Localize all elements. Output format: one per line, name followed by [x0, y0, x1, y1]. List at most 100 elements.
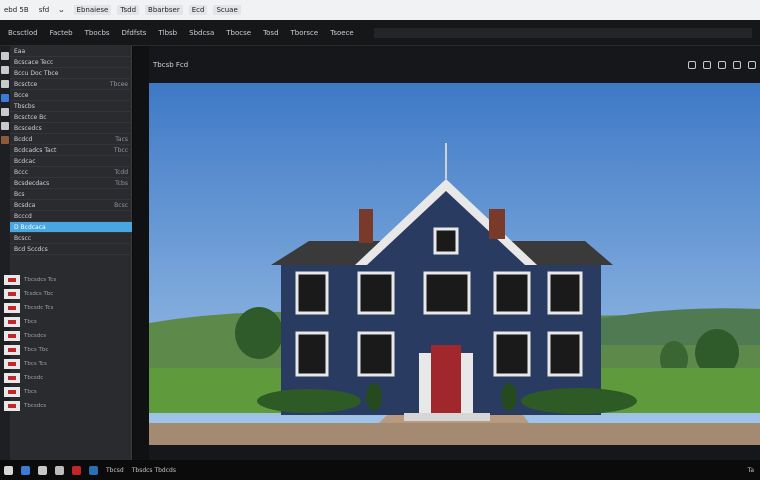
- thumbnail-item[interactable]: Tbcs Tcs: [4, 358, 128, 370]
- tree-row-value: Tacs: [115, 136, 128, 143]
- browser-icon[interactable]: [21, 465, 30, 475]
- tree-row-label: Bcscedcs: [14, 125, 42, 132]
- window: [357, 331, 395, 377]
- app-icon[interactable]: [55, 465, 64, 475]
- viewer-title: Tbcsb Fcd: [153, 60, 189, 69]
- toolbar-item-7[interactable]: Tbocse: [226, 29, 251, 37]
- thumbnail-item[interactable]: Tbcsdcs: [4, 330, 128, 342]
- toolbar-item-8[interactable]: Tosd: [263, 29, 278, 37]
- menu-label-4[interactable]: Ecd: [188, 5, 208, 15]
- tree-row[interactable]: Bcdcadcs Tact Tbcc: [10, 145, 132, 156]
- tag-icon[interactable]: [703, 60, 711, 69]
- image-viewer: Tbcsb Fcd: [149, 46, 760, 460]
- thumbnail-item[interactable]: Tbcs Tbc: [4, 344, 128, 356]
- thumbnail-image: [4, 317, 20, 327]
- tree-row-label: Bcscace Tecc: [14, 59, 54, 66]
- thumbnail-label: Tcsdcs Tbc: [24, 291, 54, 297]
- panel-divider[interactable]: [133, 46, 149, 460]
- toolbar-item-1[interactable]: Bcsctlod: [8, 29, 38, 37]
- tree-row[interactable]: Bccu Doc Tbce: [10, 68, 132, 79]
- thumbnail-item[interactable]: Tbcsdc Tcs: [4, 302, 128, 314]
- settings-icon[interactable]: [718, 60, 726, 69]
- window: [547, 331, 583, 377]
- tree-header-label: Eaa: [14, 48, 26, 55]
- grid-icon[interactable]: [748, 60, 756, 69]
- thumbnail-item[interactable]: Tbcsdcs Tcs: [4, 274, 128, 286]
- viewer-tools: [688, 60, 756, 69]
- network-icon[interactable]: [89, 465, 98, 475]
- camera-icon[interactable]: [1, 122, 9, 130]
- thumbnail-list: Tbcsdcs Tcs Tcsdcs Tbc Tbcsdc Tcs Tbcs T…: [4, 274, 128, 460]
- view-icon[interactable]: [733, 60, 741, 69]
- toolbar-search-field[interactable]: [373, 27, 752, 38]
- tree-row[interactable]: Bcscedcs: [10, 123, 132, 134]
- tree-row[interactable]: Bcs: [10, 189, 132, 200]
- clock-text: Ta: [747, 466, 754, 474]
- tree-row-label: Bcsctce: [14, 81, 38, 88]
- history-icon[interactable]: [1, 136, 9, 144]
- tree-row-value: Tcbs: [115, 180, 128, 187]
- tree-row[interactable]: Tbscbs: [10, 101, 132, 112]
- menu-label-1[interactable]: Ebnaiese: [73, 5, 112, 15]
- thumbnail-item[interactable]: Tbcsdcs: [4, 400, 128, 412]
- tree-row-label: Bcsdca: [14, 202, 36, 209]
- thumbnail-label: Tbcsdc: [24, 375, 44, 381]
- edit-icon[interactable]: [1, 94, 9, 102]
- tree-row[interactable]: Bcsctce Bc: [10, 112, 132, 123]
- tree-row[interactable]: Bcsdecdacs Tcbs: [10, 178, 132, 189]
- tree-row-label: Bcce: [14, 92, 29, 99]
- tree-row[interactable]: Bcscace Tecc: [10, 57, 132, 68]
- hedge-left: [257, 389, 361, 413]
- folder-icon[interactable]: [1, 66, 9, 74]
- panel-icon[interactable]: [688, 60, 696, 69]
- image-icon[interactable]: [1, 80, 9, 88]
- menu-label-2[interactable]: Tsdd: [117, 5, 140, 15]
- tree-row[interactable]: Bcsdca Bcsc: [10, 200, 132, 211]
- thumbnail-item[interactable]: Tcsdcs Tbc: [4, 288, 128, 300]
- thumbnail-item[interactable]: Tbcs: [4, 386, 128, 398]
- files-icon[interactable]: [38, 465, 47, 475]
- tree-row[interactable]: Bcsctce Tbcee: [10, 79, 132, 90]
- thumbnail-label: Tbcsdcs: [24, 333, 47, 339]
- toolbar-item-6[interactable]: Sbdcsa: [189, 29, 214, 37]
- tree-row[interactable]: Bcdcac: [10, 156, 132, 167]
- tree-row[interactable]: Bcce: [10, 90, 132, 101]
- sidebar: Eaa Bcscace Tecc Bccu Doc Tbce Bcsctce Tb…: [0, 46, 132, 460]
- window: [423, 271, 471, 315]
- thumbnail-image: [4, 289, 20, 299]
- house-photo-drawing: [149, 83, 760, 445]
- title-text-2: sfd: [38, 6, 50, 14]
- tree-header: Eaa: [10, 46, 132, 57]
- start-icon[interactable]: [4, 465, 13, 475]
- toolbar-item-9[interactable]: Tborsce: [291, 29, 319, 37]
- window: [295, 271, 329, 315]
- status-text-1: Tbcsd: [106, 466, 124, 474]
- thumbnail-item[interactable]: Tbcs: [4, 316, 128, 328]
- tree-row[interactable]: Bccc Tcdd: [10, 167, 132, 178]
- taskbar: Tbcsd Tbsdcs Tbdcds Ta: [0, 460, 760, 480]
- thumbnail-label: Tbcs: [24, 319, 37, 325]
- thumbnail-item[interactable]: Tbcsdc: [4, 372, 128, 384]
- menu-label-5[interactable]: Scuae: [213, 5, 241, 15]
- thumbnail-image: [4, 387, 20, 397]
- toolbar-item-2[interactable]: Facteb: [50, 29, 73, 37]
- tree-row-label: Bcdcadcs Tact: [14, 147, 57, 154]
- toolbar-item-10[interactable]: Tsoece: [330, 29, 354, 37]
- app-icon[interactable]: [1, 52, 9, 60]
- tree-row-label: Bcccd: [14, 213, 32, 220]
- menu-label-3[interactable]: Bbarbser: [145, 5, 183, 15]
- tree-row-label: Bcsdecdacs: [14, 180, 50, 187]
- toolbar-item-5[interactable]: Tlbsb: [158, 29, 177, 37]
- toolbar-item-4[interactable]: Dfdfsts: [122, 29, 147, 37]
- media-icon[interactable]: [72, 465, 81, 475]
- tree-row-value: Tbcc: [113, 147, 128, 154]
- tree-row[interactable]: Bcccd: [10, 211, 132, 222]
- thumbnail-label: Tbcs Tcs: [24, 361, 47, 367]
- front-door: [431, 345, 461, 415]
- layer-icon[interactable]: [1, 108, 9, 116]
- tree-row[interactable]: Bcdcd Tacs: [10, 134, 132, 145]
- toolbar-item-3[interactable]: Tbocbs: [85, 29, 110, 37]
- tree-row-label: Tbscbs: [14, 103, 35, 110]
- house-photo[interactable]: [149, 83, 760, 445]
- tree-row-selected[interactable]: D Bcdcaca: [10, 222, 132, 233]
